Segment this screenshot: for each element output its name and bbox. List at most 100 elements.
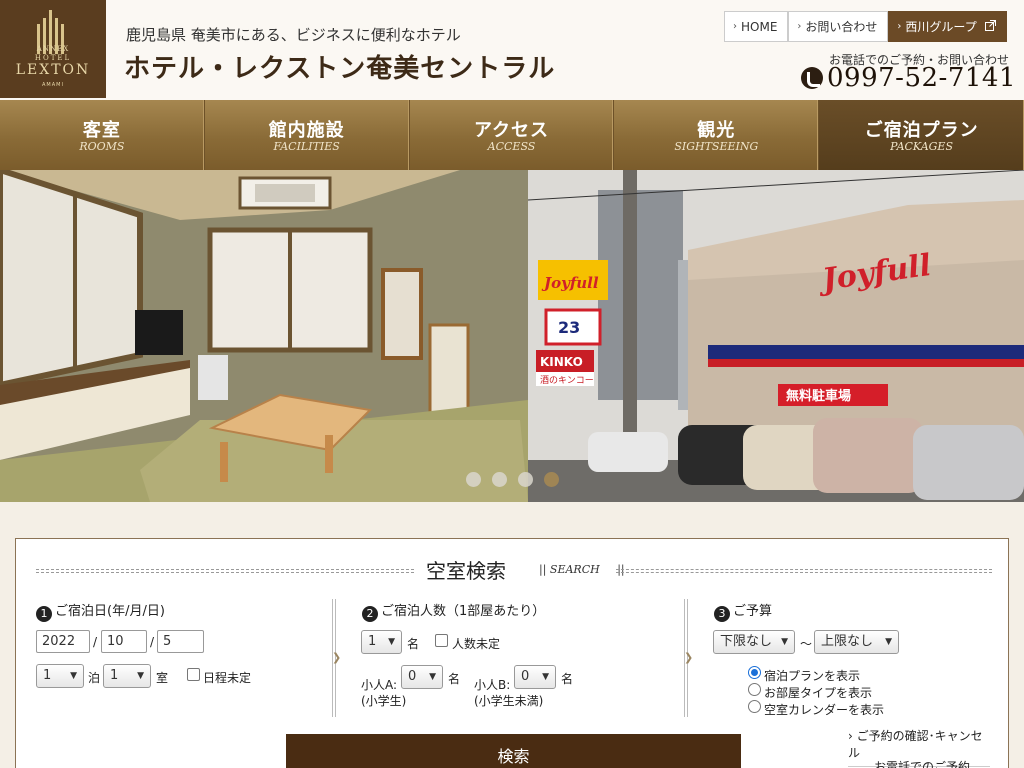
heading-rule [616,569,992,573]
logo-name: LEXTON [15,62,91,78]
kinko-sub-sign: 酒のキンコー [540,375,594,386]
chevron-down-icon: ▼ [429,672,436,682]
slider-dot-active[interactable] [544,472,559,487]
adults-unit: 名 [407,637,420,651]
childA-value: 0 [408,669,417,684]
step-number: 3 [714,606,730,622]
nav-sublabel: PACKAGES [890,140,953,153]
hero-slider[interactable]: Joyfull 無料駐車場 Joyfull 23 KINKO 酒のキンコー [0,170,1024,502]
group-link-label: 西川グループ [905,20,977,34]
chevron-down-icon: ▼ [885,637,892,647]
nav-sublabel: ACCESS [487,140,536,153]
slider-dot[interactable] [492,472,507,487]
contact-link-label: お問い合わせ [805,20,878,34]
childB-unit: 名 [561,672,574,686]
display-room-types-label: お部屋タイプを表示 [764,686,873,700]
guests-undecided-checkbox[interactable] [435,634,448,647]
budget-min-select[interactable]: 下限なし ▼ [713,630,795,654]
step-number: 2 [362,606,378,622]
year-input[interactable]: 2022 [36,630,90,653]
nav-sublabel: FACILITIES [273,140,340,153]
adults-value: 1 [368,634,377,649]
display-calendar-label: 空室カレンダーを表示 [764,703,885,717]
search-heading: 空室検索 || SEARCH || [36,559,992,583]
hotel-logo[interactable]: ANNEX HOTEL LEXTON AMAMI [0,0,106,98]
budget-max-value: 上限なし [821,634,874,649]
nav-sublabel: ROOMS [79,140,125,153]
date-undecided-label: 日程未定 [203,671,252,685]
joyfull-small-sign: Joyfull [541,274,599,292]
childA-select[interactable]: 0 ▼ [401,665,443,689]
adults-select[interactable]: 1 ▼ [361,630,402,654]
nights-unit: 泊 [88,671,101,685]
vacancy-search-panel: 空室検索 || SEARCH || 1 ご宿泊日(年/月/日) 2022 / 10… [15,538,1009,768]
rooms-select[interactable]: 1 ▼ [103,664,151,688]
chevron-down-icon: ▼ [542,672,549,682]
contact-link[interactable]: › お問い合わせ [788,11,889,42]
guests-label: 2 ご宿泊人数（1部屋あたり） [362,600,545,622]
home-link[interactable]: › HOME [724,11,789,42]
date-separator: / [93,635,98,649]
nav-rooms[interactable]: 客室 ROOMS [0,100,205,170]
childA-note: (小学生) [361,694,407,708]
slider-dot[interactable] [466,472,481,487]
display-plans-label: 宿泊プランを表示 [764,669,861,683]
external-link-icon [984,19,996,34]
nishikawa-group-link[interactable]: › 西川グループ [888,11,1007,42]
chevron-right-icon: › [733,21,737,32]
nav-label: 客室 [82,120,121,141]
childB-label: 小人B: [474,678,511,692]
home-link-label: HOME [741,19,778,34]
phone-number[interactable]: 0997-52-7141 [827,63,1016,93]
nav-access[interactable]: アクセス ACCESS [410,100,615,170]
rooms-unit: 室 [156,671,169,685]
chevron-right-icon: ❯ [332,651,342,664]
phone-reservation-link[interactable]: お電話でのご予約 [874,758,970,768]
nav-label: ご宿泊プラン [864,120,979,141]
chevron-right-icon: ❯ [684,651,694,664]
chevron-down-icon: ▼ [388,637,395,647]
phone-number-row[interactable]: 0997-52-7141 [801,63,1016,93]
store-23-sign: 23 [558,318,580,337]
nights-select[interactable]: 1 ▼ [36,664,84,688]
chevron-right-icon: › [797,21,802,32]
childA-label: 小人A: [361,678,398,692]
logo-sub: AMAMI [42,82,64,88]
day-input[interactable]: 5 [157,630,204,653]
rooms-value: 1 [110,668,119,683]
stay-date-label: 1 ご宿泊日(年/月/日) [36,600,165,622]
guests-undecided-label: 人数未定 [452,637,501,651]
search-button[interactable]: 検索 [286,734,741,768]
date-separator: / [150,635,155,649]
childB-select[interactable]: 0 ▼ [514,665,556,689]
kinko-sign: KINKO [540,355,583,369]
nav-facilities[interactable]: 館内施設 FACILITIES [205,100,410,170]
display-plans-radio[interactable] [748,666,761,679]
nav-sublabel: SIGHTSEEING [674,140,759,153]
chevron-down-icon: ▼ [137,671,144,681]
nav-label: アクセス [473,120,550,141]
logo-hotel: HOTEL [34,54,72,62]
chevron-right-icon: › [897,21,902,32]
chevron-down-icon: ▼ [781,637,788,647]
logo-annex: ANNEX [36,45,70,53]
hotel-title[interactable]: ホテル・レクストン奄美セントラル [124,48,555,85]
childA-unit: 名 [448,672,461,686]
nav-label: 観光 [697,120,736,141]
display-calendar-radio[interactable] [748,700,761,713]
display-room-types-radio[interactable] [748,683,761,696]
search-title: 空室検索 [426,559,506,583]
budget-label: 3 ご予算 [714,600,772,622]
date-undecided-checkbox[interactable] [187,668,200,681]
month-input[interactable]: 10 [101,630,147,653]
slider-dot[interactable] [518,472,533,487]
nav-packages[interactable]: ご宿泊プラン PACKAGES [819,100,1024,170]
nights-value: 1 [43,668,52,683]
heading-rule [36,569,414,573]
budget-max-select[interactable]: 上限なし ▼ [814,630,899,654]
tagline: 鹿児島県 奄美市にある、ビジネスに便利なホテル [126,26,461,44]
street-photo: Joyfull 無料駐車場 Joyfull 23 KINKO 酒のキンコー [528,170,1024,502]
nav-sightseeing[interactable]: 観光 SIGHTSEEING [614,100,820,170]
chevron-right-icon: › [848,729,857,743]
childB-value: 0 [521,669,530,684]
